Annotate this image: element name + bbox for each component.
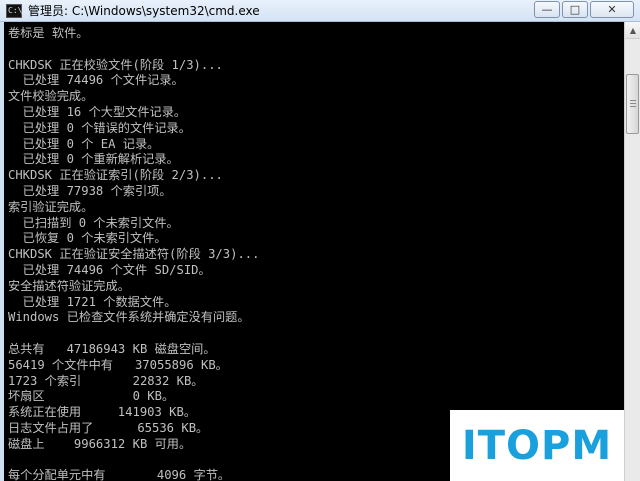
console-line: CHKDSK 正在验证安全描述符(阶段 3/3)... <box>8 247 260 262</box>
thumb-grip <box>630 106 636 107</box>
console-line: 坏扇区 0 KB。 <box>8 389 175 404</box>
maximize-button[interactable]: □ <box>562 1 588 18</box>
console-line: 已处理 16 个大型文件记录。 <box>8 104 187 119</box>
console-line: 已处理 1721 个数据文件。 <box>8 294 177 309</box>
cmd-app-icon[interactable]: C:\ <box>6 4 22 18</box>
vertical-scrollbar[interactable]: ▲ <box>624 22 640 481</box>
console-line: 索引验证完成。 <box>8 199 94 214</box>
console-line: 已处理 0 个重新解析记录。 <box>8 152 179 167</box>
console-line: 卷标是 软件。 <box>8 26 89 40</box>
itopm-watermark: ITOPM <box>450 410 624 481</box>
console-line: 1723 个索引 22832 KB。 <box>8 373 204 388</box>
scroll-thumb[interactable] <box>626 74 639 134</box>
thumb-grip <box>630 103 636 104</box>
console-line: 已处理 77938 个索引项。 <box>8 183 172 198</box>
console-line: 安全描述符验证完成。 <box>8 278 130 293</box>
console-line: 已处理 0 个 EA 记录。 <box>8 136 160 151</box>
console-line: Windows 已检查文件系统并确定没有问题。 <box>8 310 250 325</box>
thumb-grip <box>630 100 636 101</box>
window-title: 管理员: C:\Windows\system32\cmd.exe <box>28 4 260 18</box>
close-button[interactable]: ✕ <box>590 1 634 18</box>
title-bar[interactable]: C:\ 管理员: C:\Windows\system32\cmd.exe — □… <box>0 0 640 22</box>
cmd-window: C:\ 管理员: C:\Windows\system32\cmd.exe — □… <box>0 0 640 481</box>
console-line: CHKDSK 正在验证索引(阶段 2/3)... <box>8 168 223 183</box>
window-controls: — □ ✕ <box>534 1 634 19</box>
scroll-up-arrow-icon[interactable]: ▲ <box>625 22 640 39</box>
console-line: CHKDSK 正在校验文件(阶段 1/3)... <box>8 57 223 72</box>
minimize-button[interactable]: — <box>534 1 560 18</box>
console-line: 已恢复 0 个未索引文件。 <box>8 231 167 246</box>
watermark-logo: ITOPM <box>461 422 613 469</box>
console-line: 文件校验完成。 <box>8 89 94 104</box>
console-line: 总共有 47186943 KB 磁盘空间。 <box>8 341 216 356</box>
console-line: 已处理 74496 个文件 SD/SID。 <box>8 262 211 277</box>
console-line: 已处理 74496 个文件记录。 <box>8 73 184 88</box>
console-line: 已扫描到 0 个未索引文件。 <box>8 215 179 230</box>
console-line: 56419 个文件中有 37055896 KB。 <box>8 357 228 372</box>
console-line: 已处理 0 个错误的文件记录。 <box>8 120 191 135</box>
